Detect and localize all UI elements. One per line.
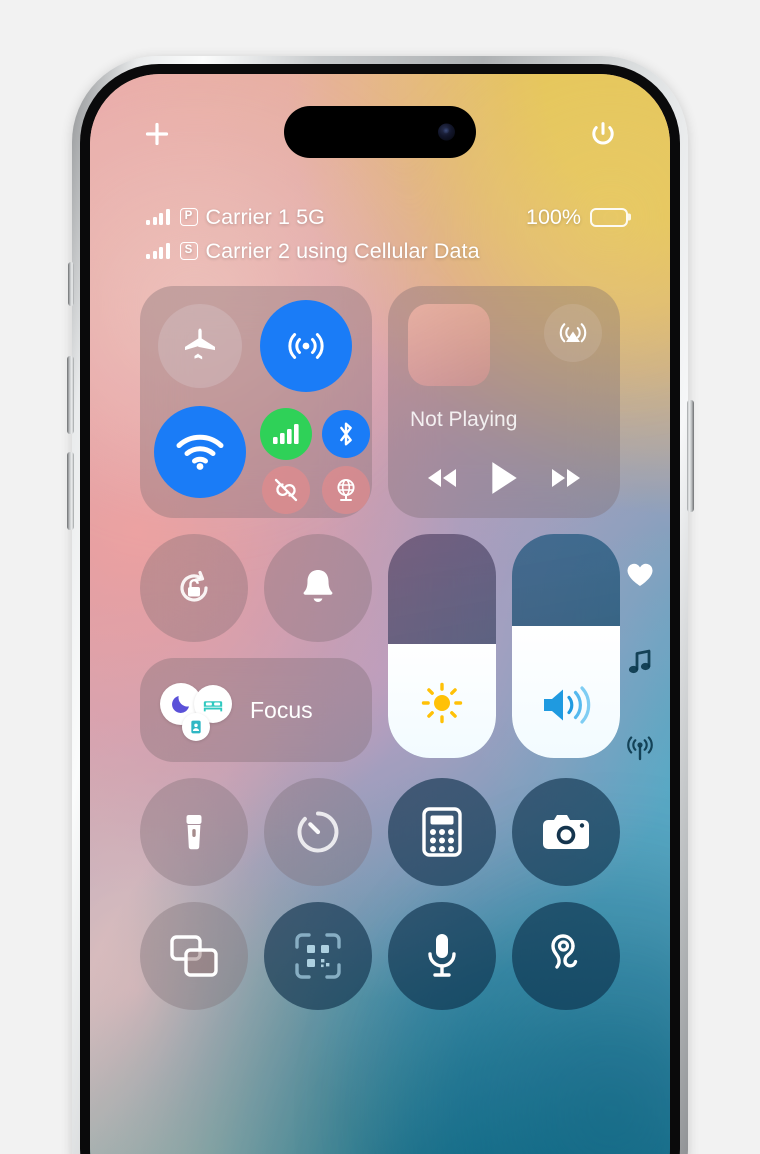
slider-column: [388, 534, 620, 762]
media-transport-controls: [388, 460, 620, 496]
focus-control[interactable]: Focus: [140, 658, 372, 762]
code-scanner-button[interactable]: [264, 902, 372, 1010]
sun-icon: [388, 678, 496, 728]
airplane-mode-toggle[interactable]: [158, 304, 242, 388]
phone-screen: P Carrier 1 5G S Carrier 2 using Cellula…: [90, 74, 670, 1154]
battery-status: 100%: [526, 202, 628, 232]
flashlight-icon: [186, 815, 202, 850]
heart-icon: [627, 563, 653, 586]
airdrop-toggle[interactable]: [260, 300, 352, 392]
broadcast-icon: [627, 736, 653, 761]
person-badge-icon: [182, 713, 210, 741]
antenna-bars-icon: [273, 424, 299, 444]
favorites-page-indicator[interactable]: [626, 562, 654, 588]
power-icon[interactable]: [588, 119, 618, 149]
timer-icon: [297, 811, 339, 853]
focus-label: Focus: [250, 696, 313, 723]
vpn-toggle[interactable]: [322, 466, 370, 514]
control-center: Not Playing Focus: [140, 286, 620, 1026]
airplay-audio-icon[interactable]: [544, 304, 602, 362]
rewind-button[interactable]: [422, 464, 462, 492]
calculator-icon: [422, 807, 462, 857]
bell-icon: [303, 570, 333, 603]
carrier-line-secondary: S Carrier 2 using Cellular Data: [146, 236, 628, 266]
volume-slider[interactable]: [512, 534, 620, 758]
hotspot-off-icon: [274, 478, 298, 502]
battery-percent-label: 100%: [526, 204, 581, 229]
rotation-lock-icon: [180, 570, 208, 602]
fast-forward-button[interactable]: [546, 464, 586, 492]
voice-memos-button[interactable]: [388, 902, 496, 1010]
status-block: P Carrier 1 5G S Carrier 2 using Cellula…: [146, 202, 628, 266]
cellular-bars-icon: [146, 243, 170, 259]
airdrop-icon: [288, 333, 324, 359]
media-module[interactable]: Not Playing: [388, 286, 620, 518]
wifi-icon: [176, 434, 224, 470]
app-grid-row-1: [140, 778, 620, 886]
quick-toggle-pair: [140, 534, 372, 642]
action-button[interactable]: [68, 262, 74, 306]
camera-icon: [543, 815, 589, 849]
speaker-icon: [512, 682, 620, 728]
microphone-icon: [428, 934, 456, 977]
media-status-label: Not Playing: [410, 408, 518, 431]
control-center-page-rail: [626, 562, 654, 762]
cellular-bars-icon: [146, 209, 170, 225]
bluetooth-toggle[interactable]: [322, 410, 370, 458]
focus-badges: [160, 679, 236, 741]
app-grid-row-2: [140, 902, 620, 1010]
brightness-slider[interactable]: [388, 534, 496, 758]
carrier-secondary-label: Carrier 2 using Cellular Data: [205, 238, 480, 263]
timer-button[interactable]: [264, 778, 372, 886]
music-page-indicator[interactable]: [627, 648, 653, 676]
music-note-icon: [628, 649, 651, 674]
screenshot-stage: P Carrier 1 5G S Carrier 2 using Cellula…: [0, 0, 760, 1154]
connectivity-page-indicator[interactable]: [626, 736, 654, 762]
calculator-button[interactable]: [388, 778, 496, 886]
connectivity-module[interactable]: [140, 286, 372, 518]
hearing-ear-icon: [551, 934, 578, 969]
sim-tag-primary: P: [179, 208, 198, 226]
album-artwork: [408, 304, 490, 386]
volume-up-button[interactable]: [67, 356, 74, 434]
battery-full-icon: [590, 207, 628, 227]
personal-hotspot-toggle[interactable]: [262, 466, 310, 514]
airplane-icon: [185, 328, 215, 360]
screen-mirroring-button[interactable]: [140, 902, 248, 1010]
fast-forward-icon: [551, 469, 580, 487]
volume-down-button[interactable]: [67, 452, 74, 530]
control-center-top-bar: [90, 114, 670, 154]
silent-mode-toggle[interactable]: [264, 534, 372, 642]
flashlight-button[interactable]: [140, 778, 248, 886]
rewind-icon: [428, 469, 457, 487]
play-button[interactable]: [487, 460, 521, 496]
cc-row-2: Focus: [140, 534, 620, 762]
vpn-globe-icon: [337, 478, 355, 501]
left-column: Focus: [140, 534, 372, 762]
qr-scanner-icon: [295, 933, 341, 979]
screen-mirroring-icon: [170, 935, 218, 977]
cc-row-1: Not Playing: [140, 286, 620, 518]
cellular-data-toggle[interactable]: [260, 408, 312, 460]
wifi-toggle[interactable]: [154, 406, 246, 498]
play-icon: [492, 462, 517, 494]
side-power-button[interactable]: [687, 400, 694, 512]
sim-tag-secondary: S: [179, 242, 198, 260]
add-control-button[interactable]: [142, 119, 172, 149]
camera-button[interactable]: [512, 778, 620, 886]
bluetooth-icon: [340, 422, 352, 446]
hearing-button[interactable]: [512, 902, 620, 1010]
rotation-lock-toggle[interactable]: [140, 534, 248, 642]
carrier-primary-label: Carrier 1 5G: [205, 204, 325, 229]
